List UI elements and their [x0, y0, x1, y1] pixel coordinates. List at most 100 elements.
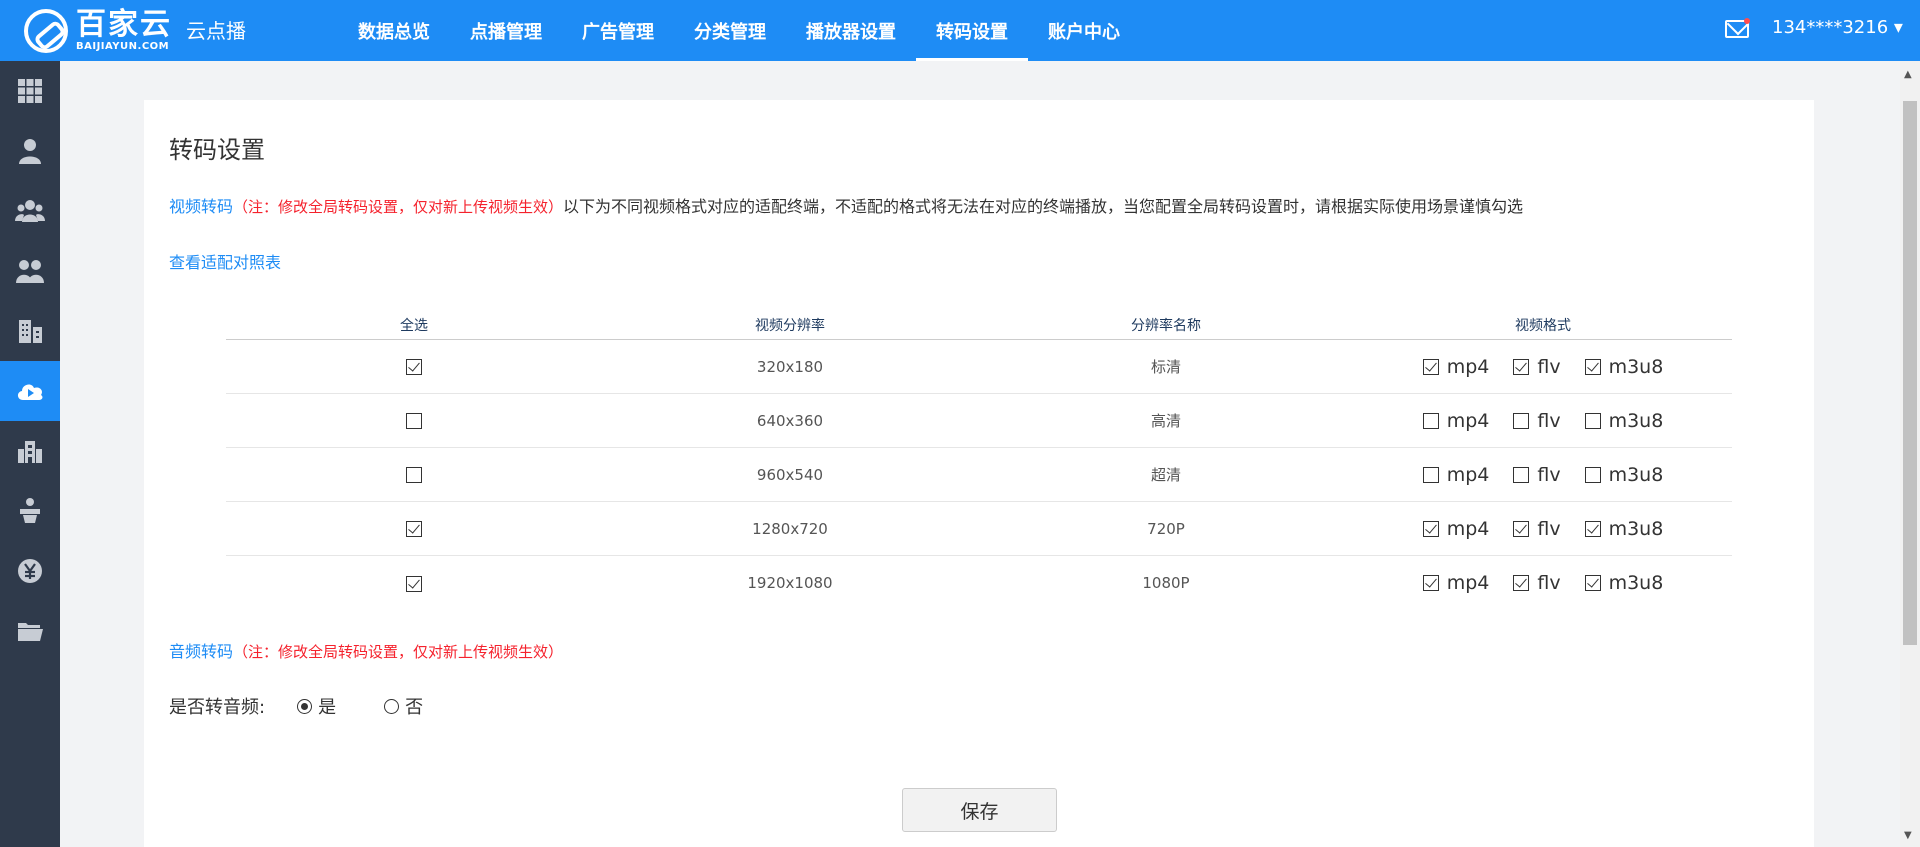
format-option-mp4[interactable]: mp4 [1422, 572, 1490, 594]
format-option-mp4[interactable]: mp4 [1422, 464, 1489, 486]
format-option-mp4[interactable]: mp4 [1422, 356, 1489, 378]
format-label-m3u8: m3u8 [1608, 517, 1664, 540]
scroll-up-arrow-icon[interactable]: ▲ [1904, 69, 1912, 80]
row-select-checkbox[interactable] [406, 467, 422, 483]
radio-yes-icon[interactable] [297, 698, 313, 714]
format-option-flv[interactable]: flv [1513, 518, 1561, 540]
format-checkbox-m3u8[interactable] [1584, 575, 1601, 591]
main-nav: 数据总览 点播管理 广告管理 分类管理 播放器设置 转码设置 账户中心 [338, 0, 1140, 61]
sidebar-item-city[interactable] [0, 421, 60, 481]
sidebar-item-cloud-vod[interactable] [0, 361, 60, 421]
format-checkbox-mp4[interactable] [1422, 520, 1439, 537]
format-option-m3u8[interactable]: m3u8 [1584, 355, 1664, 378]
audio-yes-radio[interactable]: 是 [297, 693, 336, 719]
transcode-table: 全选 视频分辨率 分辨率名称 视频格式 320x180 标清 mp4 flv m3u8 6… [226, 310, 1732, 610]
cell-formats: mp4 flv m3u8 [1354, 518, 1732, 540]
row-select-checkbox[interactable] [406, 359, 422, 375]
yuan-icon [18, 559, 42, 583]
format-option-m3u8[interactable]: m3u8 [1584, 464, 1663, 486]
format-label-mp4: mp4 [1446, 572, 1490, 594]
video-transcode-desc: 以下为不同视频格式对应的适配终端，不适配的格式将无法在对应的终端播放，当您配置全… [563, 197, 1524, 216]
format-checkbox-flv[interactable] [1513, 412, 1530, 429]
format-checkbox-m3u8[interactable] [1584, 466, 1601, 483]
sidebar [0, 61, 60, 847]
scroll-down-arrow-icon[interactable]: ▼ [1904, 830, 1912, 841]
logo[interactable]: 百家云 BAIJIAYUN.COM 云点播 [24, 8, 246, 54]
format-checkbox-mp4[interactable] [1422, 358, 1439, 375]
format-option-flv[interactable]: flv [1513, 410, 1561, 432]
logo-text: 百家云 [76, 7, 172, 42]
audio-no-radio[interactable]: 否 [384, 693, 423, 719]
video-transcode-line: 视频转码（注：修改全局转码设置，仅对新上传视频生效）以下为不同视频格式对应的适配… [169, 193, 1523, 217]
row-select-checkbox[interactable] [406, 413, 422, 429]
cell-select [226, 358, 602, 376]
table-row: 960x540 超清 mp4 flv m3u8 [226, 448, 1732, 502]
nav-account-center[interactable]: 账户中心 [1028, 0, 1140, 61]
format-label-mp4: mp4 [1446, 517, 1490, 540]
cell-select [226, 466, 602, 484]
users-icon [16, 260, 44, 283]
cell-formats: mp4 flv m3u8 [1354, 572, 1732, 594]
sidebar-item-group[interactable] [0, 181, 60, 241]
format-option-flv[interactable]: flv [1513, 355, 1561, 378]
scrollbar[interactable]: ▲ ▼ [1900, 61, 1920, 847]
row-select-checkbox[interactable] [406, 575, 422, 592]
nav-vod-management[interactable]: 点播管理 [450, 0, 562, 61]
format-label-flv: flv [1537, 355, 1561, 378]
format-option-mp4[interactable]: mp4 [1422, 409, 1490, 432]
format-checkbox-flv[interactable] [1513, 520, 1530, 537]
scroll-thumb[interactable] [1903, 101, 1917, 645]
logo-icon [24, 9, 68, 53]
cell-select [226, 412, 602, 430]
cell-select [226, 520, 602, 538]
format-checkbox-mp4[interactable] [1422, 466, 1439, 483]
format-option-mp4[interactable]: mp4 [1422, 517, 1490, 540]
format-option-m3u8[interactable]: m3u8 [1584, 410, 1663, 432]
nav-data-overview[interactable]: 数据总览 [338, 0, 450, 61]
format-checkbox-m3u8[interactable] [1584, 520, 1601, 537]
format-checkbox-flv[interactable] [1513, 466, 1530, 483]
sidebar-item-person[interactable] [0, 121, 60, 181]
cell-formats: mp4 flv m3u8 [1354, 410, 1732, 432]
format-label-flv: flv [1537, 572, 1561, 594]
format-option-flv[interactable]: flv [1513, 464, 1561, 486]
format-option-m3u8[interactable]: m3u8 [1584, 572, 1663, 594]
compare-table-link[interactable]: 查看适配对照表 [169, 249, 281, 273]
page-title: 转码设置 [169, 136, 265, 164]
header-resolution: 视频分辨率 [755, 317, 825, 334]
cell-resolution: 960x540 [756, 465, 824, 484]
format-checkbox-flv[interactable] [1513, 358, 1530, 375]
cell-resolution-name: 720P [1147, 519, 1185, 538]
nav-transcode-settings[interactable]: 转码设置 [916, 0, 1028, 61]
format-option-flv[interactable]: flv [1513, 572, 1561, 594]
format-checkbox-m3u8[interactable] [1584, 412, 1601, 429]
sidebar-item-building[interactable] [0, 301, 60, 361]
nav-ad-management[interactable]: 广告管理 [562, 0, 674, 61]
format-checkbox-flv[interactable] [1513, 575, 1530, 591]
table-header: 全选 视频分辨率 分辨率名称 视频格式 [226, 310, 1732, 340]
cell-resolution: 1280x720 [752, 519, 828, 538]
sidebar-item-podium[interactable] [0, 481, 60, 541]
sidebar-item-users[interactable] [0, 241, 60, 301]
row-select-checkbox[interactable] [406, 521, 422, 537]
nav-player-settings[interactable]: 播放器设置 [786, 0, 916, 61]
format-option-m3u8[interactable]: m3u8 [1584, 517, 1664, 540]
format-checkbox-m3u8[interactable] [1584, 358, 1601, 375]
table-row: 320x180 标清 mp4 flv m3u8 [226, 340, 1732, 394]
header-select-all[interactable]: 全选 [226, 315, 602, 335]
format-checkbox-mp4[interactable] [1422, 575, 1439, 591]
sidebar-item-folder[interactable] [0, 601, 60, 661]
save-button[interactable]: 保存 [902, 788, 1057, 832]
nav-category-management[interactable]: 分类管理 [674, 0, 786, 61]
cell-resolution-name: 标清 [1150, 358, 1181, 376]
format-label-mp4: mp4 [1446, 409, 1490, 432]
table-row: 640x360 高清 mp4 flv m3u8 [226, 394, 1732, 448]
cell-resolution-name: 高清 [1150, 412, 1181, 430]
user-menu[interactable]: 134****3216 ▾ [1772, 17, 1903, 38]
building-icon [19, 320, 42, 343]
sidebar-item-grid[interactable] [0, 61, 60, 121]
sidebar-item-finance[interactable] [0, 541, 60, 601]
radio-no-icon[interactable] [384, 698, 400, 714]
format-checkbox-mp4[interactable] [1422, 412, 1439, 429]
format-label-m3u8: m3u8 [1608, 355, 1664, 378]
